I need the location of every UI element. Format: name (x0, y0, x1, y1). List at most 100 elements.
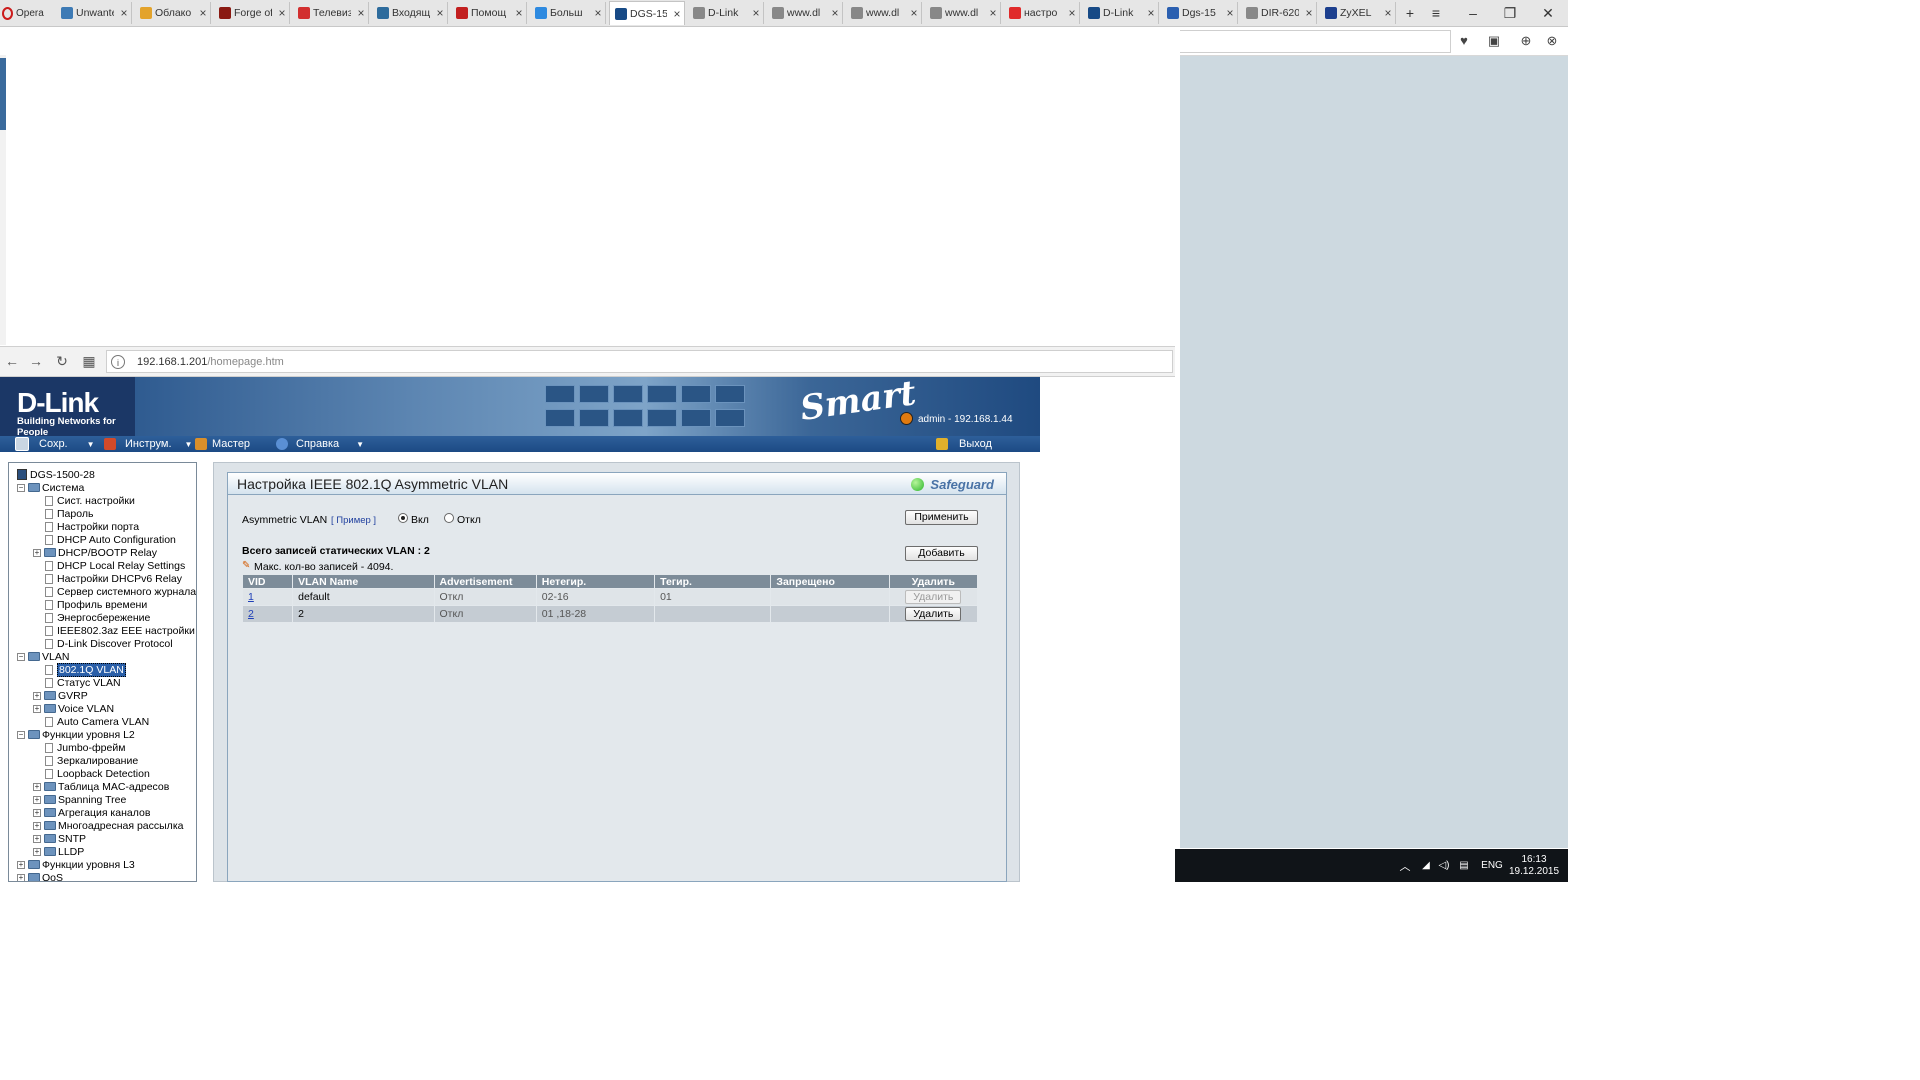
address-bar[interactable]: i 192.168.1.201/homepage.htm (106, 350, 1173, 373)
close-tab-icon[interactable]: × (1302, 6, 1316, 20)
close-window-button[interactable]: ✕ (1530, 0, 1566, 26)
browser-tab[interactable]: www.dl × (925, 2, 1001, 24)
menu-tools[interactable]: Инструм. ▼ (104, 436, 192, 452)
asym-on-radio[interactable] (398, 513, 408, 523)
download-icon[interactable]: ⊕ (1518, 33, 1534, 49)
tree-item[interactable]: IEEE802.3az EEE настройки (45, 624, 195, 637)
language-indicator[interactable]: ENG (1476, 849, 1508, 882)
expand-icon[interactable]: + (17, 873, 25, 881)
close-tab-icon[interactable]: × (117, 6, 131, 20)
menu-save[interactable]: Сохр. ▼ (15, 436, 95, 452)
close-tab-icon[interactable]: × (512, 6, 526, 20)
tree-folder[interactable]: − Система (17, 481, 84, 494)
browser-tab[interactable]: Входящ × (372, 2, 448, 24)
tree-item[interactable]: Auto Camera VLAN (45, 715, 149, 728)
tree-folder[interactable]: + Многоадресная рассылка (33, 819, 183, 832)
tree-item[interactable]: Настройки порта (45, 520, 139, 533)
tree-folder[interactable]: − VLAN (17, 650, 69, 663)
browser-tab[interactable]: DGS-15 × (609, 1, 685, 25)
asym-off-radio[interactable] (444, 513, 454, 523)
collapse-icon[interactable]: − (17, 730, 25, 739)
menu-logout[interactable]: Выход (936, 436, 992, 452)
speed-dial-grid-icon[interactable]: ▦ (81, 353, 97, 369)
tree-item[interactable]: DHCP Auto Configuration (45, 533, 176, 546)
browser-tab[interactable]: www.dl × (846, 2, 922, 24)
vid-link[interactable]: 1 (248, 591, 254, 603)
browser-tab[interactable]: DIR-620 × (1241, 2, 1317, 24)
browser-tab[interactable]: Dgs-15 × (1162, 2, 1238, 24)
browser-tab[interactable]: D-Link × (1083, 2, 1159, 24)
close-tab-icon[interactable]: × (1223, 6, 1237, 20)
add-button[interactable]: Добавить (905, 546, 978, 561)
tree-folder[interactable]: + Spanning Tree (33, 793, 126, 806)
close-tab-icon[interactable]: × (196, 6, 210, 20)
tree-folder[interactable]: − Функции уровня L2 (17, 728, 135, 741)
tree-folder[interactable]: + Таблица MAC-адресов (33, 780, 169, 793)
tree-item[interactable]: Пароль (45, 507, 93, 520)
menu-wizard[interactable]: Мастер (195, 436, 250, 452)
tree-folder[interactable]: + GVRP (33, 689, 88, 702)
expand-icon[interactable]: + (33, 691, 41, 700)
delete-button[interactable]: Удалить (905, 590, 962, 604)
tree-item[interactable]: Сист. настройки (45, 494, 135, 507)
tree-folder[interactable]: + SNTP (33, 832, 86, 845)
expand-icon[interactable]: + (33, 795, 41, 804)
extension-icon[interactable]: ▣ (1486, 33, 1502, 49)
browser-tab[interactable]: Forge of × (214, 2, 290, 24)
tree-folder[interactable]: + LLDP (33, 845, 84, 858)
menu-help[interactable]: Справка ▼ (276, 436, 364, 452)
close-tab-icon[interactable]: × (670, 7, 684, 21)
tab-menu-icon[interactable]: ≡ (1418, 0, 1454, 26)
expand-icon[interactable]: + (33, 834, 41, 843)
tree-item[interactable]: Jumbo-фрейм (45, 741, 125, 754)
browser-tab[interactable]: Помощ × (451, 2, 527, 24)
browser-tab[interactable]: ZyXEL × (1320, 2, 1396, 24)
close-tab-icon[interactable]: × (1065, 6, 1079, 20)
network-icon[interactable]: ◢ (1418, 849, 1434, 882)
clock[interactable]: 16:13 19.12.2015 (1505, 849, 1563, 882)
close-tab-icon[interactable]: × (1144, 6, 1158, 20)
forward-arrow-icon[interactable]: → (28, 353, 44, 369)
browser-tab[interactable]: Больш × (530, 2, 606, 24)
heart-icon[interactable]: ♥ (1456, 33, 1472, 49)
tree-item[interactable]: 802.1Q VLAN (45, 662, 126, 677)
notification-icon[interactable]: ▤ (1456, 849, 1472, 882)
expand-icon[interactable]: + (33, 782, 41, 791)
maximize-button[interactable]: ❐ (1492, 0, 1528, 26)
tree-root[interactable]: DGS-1500-28 (17, 468, 95, 481)
tree-item[interactable]: DHCP Local Relay Settings (45, 559, 185, 572)
tree-item[interactable]: Энергосбережение (45, 611, 150, 624)
browser-tab[interactable]: настро × (1004, 2, 1080, 24)
tree-folder[interactable]: + Voice VLAN (33, 702, 114, 715)
tree-item[interactable]: Сервер системного журнала (45, 585, 196, 598)
example-link[interactable]: [ Пример ] (331, 515, 376, 526)
tree-item[interactable]: Настройки DHCPv6 Relay (45, 572, 182, 585)
close-tab-icon[interactable]: × (275, 6, 289, 20)
expand-icon[interactable]: + (17, 860, 25, 869)
tree-folder[interactable]: + QoS (17, 871, 63, 881)
tree-folder[interactable]: + DHCP/BOOTP Relay (33, 546, 157, 559)
delete-button[interactable]: Удалить (905, 607, 962, 621)
opera-menu-button[interactable]: Opera (0, 0, 50, 26)
close-tab-icon[interactable]: × (986, 6, 1000, 20)
secondary-address-field[interactable] (1180, 30, 1451, 53)
back-arrow-icon[interactable]: ← (4, 353, 20, 369)
tree-item[interactable]: D-Link Discover Protocol (45, 637, 173, 650)
browser-tab[interactable]: D-Link × (688, 2, 764, 24)
site-info-icon[interactable]: i (111, 354, 125, 369)
expand-icon[interactable]: + (33, 548, 41, 557)
tray-chevron-icon[interactable]: ︿ (1397, 849, 1413, 882)
close-tab-icon[interactable]: × (907, 6, 921, 20)
close-tab-icon[interactable]: × (433, 6, 447, 20)
expand-icon[interactable]: + (33, 808, 41, 817)
close-tab-icon[interactable]: × (591, 6, 605, 20)
expand-icon[interactable]: + (33, 821, 41, 830)
collapse-icon[interactable]: − (17, 483, 25, 492)
browser-tab[interactable]: www.dl × (767, 2, 843, 24)
browser-tab[interactable]: Телевиз × (293, 2, 369, 24)
reload-icon[interactable]: ↻ (54, 353, 70, 369)
close-tab-icon[interactable]: × (354, 6, 368, 20)
tree-item[interactable]: Статус VLAN (45, 676, 121, 689)
tree-item[interactable]: Зеркалирование (45, 754, 138, 767)
expand-icon[interactable]: + (33, 847, 41, 856)
